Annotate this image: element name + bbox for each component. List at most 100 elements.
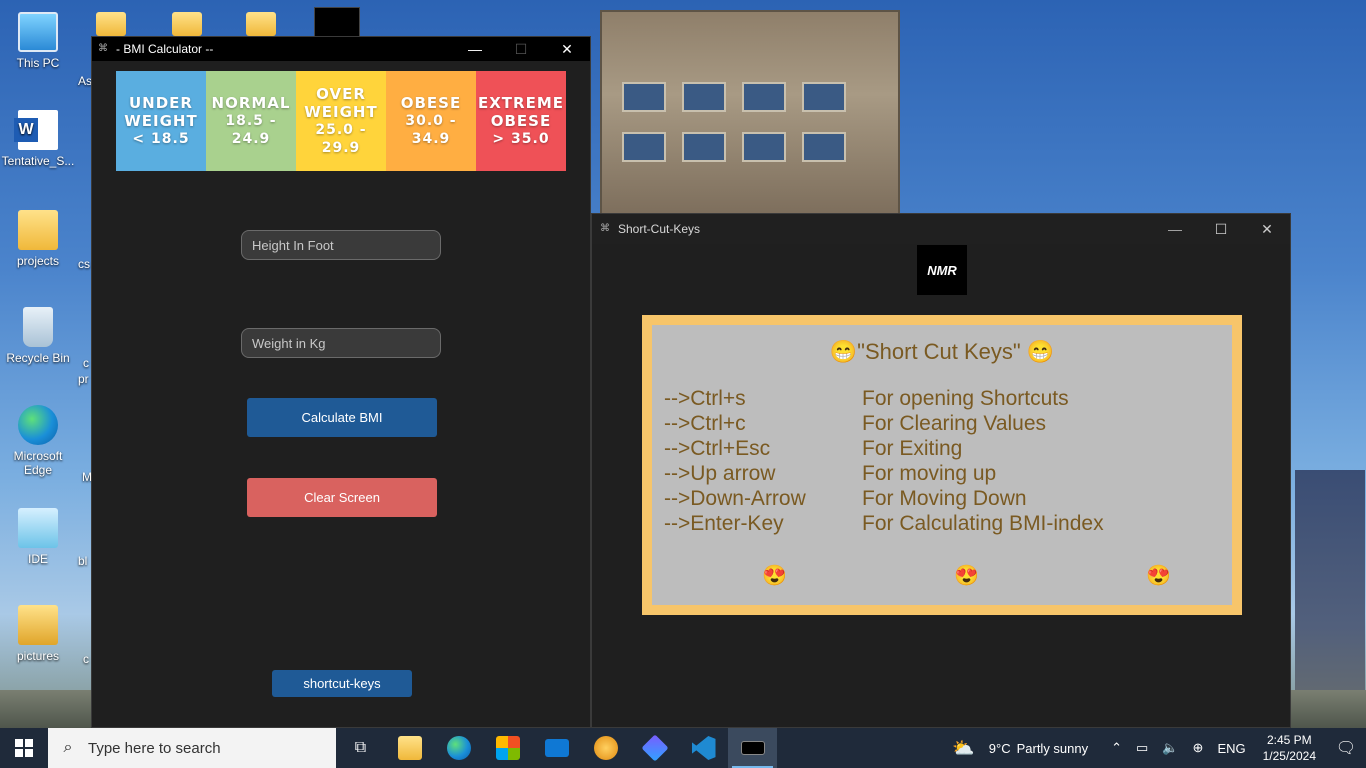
vscode-icon	[691, 736, 716, 760]
volume-icon[interactable]: 🔈	[1155, 740, 1185, 756]
desktop-icon-label: IDE	[27, 552, 48, 566]
shortcut-titlebar[interactable]: ⌘ Short-Cut-Keys — ☐ ✕	[592, 214, 1290, 244]
bmi-calculator-window: ⌘ - BMI Calculator -- — ☐ ✕ UNDER WEIGHT…	[91, 36, 591, 728]
desktop-icon-this-pc[interactable]: This PC	[0, 12, 76, 70]
task-view-icon: ⧉	[354, 739, 367, 756]
weight-input[interactable]	[241, 328, 441, 358]
logo-text: NMR	[927, 262, 957, 278]
clear-screen-button[interactable]: Clear Screen	[247, 478, 437, 517]
copilot-icon	[640, 734, 669, 762]
taskbar-store[interactable]	[483, 728, 532, 768]
desktop-icon-label: Tentative_S...	[1, 154, 75, 168]
shortcut-key: -->Ctrl+c	[664, 412, 746, 435]
taskbar: ⌕ Type here to search ⧉ ⛅ 9°C Partly sun…	[0, 728, 1366, 768]
desktop-icon-edge[interactable]: Microsoft Edge	[0, 405, 76, 477]
battery-icon[interactable]: ▭	[1129, 740, 1155, 756]
desktop-icon-partial[interactable]	[172, 12, 202, 36]
desktop-icon-tentative[interactable]: Tentative_S...	[0, 110, 76, 168]
category-name: NORMAL	[211, 94, 291, 112]
search-icon: ⌕	[63, 739, 73, 756]
weather-temp[interactable]: 9°C	[982, 741, 1014, 756]
desktop-icon-recycle-bin[interactable]: Recycle Bin	[0, 307, 76, 365]
minimize-button[interactable]: —	[1152, 217, 1198, 241]
weather-desc[interactable]: Partly sunny	[1014, 741, 1105, 756]
taskbar-vscode[interactable]	[679, 728, 728, 768]
chevron-up-icon[interactable]: ⌃	[1104, 740, 1129, 756]
shortcut-key: -->Ctrl+Esc	[664, 437, 771, 460]
close-button[interactable]: ✕	[1244, 217, 1290, 241]
desktop-label-partial: c	[83, 652, 89, 666]
tk-window-icon	[740, 741, 765, 755]
desktop-icon-projects[interactable]: projects	[0, 210, 76, 268]
bmi-category-overweight: OVER WEIGHT 25.0 - 29.9	[296, 71, 386, 171]
shortcut-desc: For Clearing Values	[862, 412, 1047, 435]
clock-time: 2:45 PM	[1266, 733, 1312, 747]
close-button[interactable]: ✕	[544, 37, 590, 61]
maximize-button[interactable]: ☐	[498, 37, 544, 61]
desktop-icon-pictures[interactable]: pictures	[0, 605, 76, 663]
edge-icon	[18, 405, 58, 445]
wallpaper-building	[600, 10, 900, 220]
shortcut-panel: 😁"Short Cut Keys" 😁 -->Ctrl+s For openin…	[642, 315, 1242, 615]
notification-icon[interactable]: 🗨	[1326, 738, 1366, 758]
desktop-icon-partial[interactable]	[246, 12, 276, 36]
category-range: > 35.0	[492, 131, 550, 147]
start-button[interactable]	[0, 728, 48, 768]
desktop-icon-ide[interactable]: IDE	[0, 508, 76, 566]
system-tray: ⛅ 9°C Partly sunny ⌃ ▭ 🔈 ⊕ ENG 2:45 PM 1…	[945, 728, 1366, 768]
height-input[interactable]	[241, 230, 441, 260]
mail-icon	[544, 739, 569, 757]
desktop-icon-label: Microsoft Edge	[13, 449, 63, 477]
shortcut-desc: For moving up	[862, 462, 997, 485]
bmi-category-underweight: UNDER WEIGHT < 18.5	[116, 71, 206, 171]
shortcut-key: -->Enter-Key	[664, 512, 784, 535]
taskbar-search-box[interactable]: ⌕ Type here to search	[48, 728, 336, 768]
category-range: 18.5 - 24.9	[225, 113, 277, 147]
desktop-label-partial: cs	[78, 257, 90, 271]
taskbar-file-explorer[interactable]	[385, 728, 434, 768]
desktop-icon-partial[interactable]	[96, 12, 126, 36]
taskbar-python-app[interactable]	[728, 728, 777, 768]
heart-eyes-emoji: 😍	[954, 565, 979, 587]
store-icon	[495, 736, 520, 760]
folder-icon	[18, 210, 58, 250]
taskbar-copilot[interactable]	[630, 728, 679, 768]
maximize-button[interactable]: ☐	[1198, 217, 1244, 241]
window-title: - BMI Calculator --	[116, 42, 214, 56]
edge-icon	[446, 736, 471, 760]
category-name: UNDER	[129, 94, 193, 112]
weather-icon[interactable]: ⛅	[945, 738, 981, 759]
shortcut-desc: For Calculating BMI-index	[862, 512, 1104, 535]
minimize-button[interactable]: —	[452, 37, 498, 61]
taskbar-badge-app[interactable]	[581, 728, 630, 768]
shortcut-keys-button[interactable]: shortcut-keys	[272, 670, 412, 697]
clock-date: 1/25/2024	[1262, 749, 1316, 763]
shortcut-heading: 😁"Short Cut Keys" 😁	[829, 339, 1055, 364]
category-name: OVER	[316, 85, 366, 103]
category-name: EXTREME	[477, 94, 564, 112]
desktop-icon-partial[interactable]	[314, 7, 360, 37]
ide-icon	[18, 508, 58, 548]
shortcut-desc: For Exiting	[862, 437, 963, 460]
taskbar-edge[interactable]	[434, 728, 483, 768]
desktop-icon-label: pictures	[16, 649, 60, 663]
app-icon: ⌘	[98, 43, 108, 54]
search-placeholder: Type here to search	[88, 739, 221, 757]
task-view-button[interactable]: ⧉	[336, 728, 385, 768]
shortcut-key: -->Down-Arrow	[664, 487, 806, 510]
nmr-logo: NMR	[917, 245, 967, 295]
calculate-bmi-button[interactable]: Calculate BMI	[247, 398, 437, 437]
bmi-titlebar[interactable]: ⌘ - BMI Calculator -- — ☐ ✕	[92, 37, 590, 61]
bmi-category-normal: NORMAL 18.5 - 24.9	[206, 71, 296, 171]
clock[interactable]: 2:45 PM 1/25/2024	[1253, 732, 1326, 764]
network-globe-icon[interactable]: ⊕	[1186, 740, 1211, 756]
language-indicator[interactable]: ENG	[1210, 741, 1252, 756]
desktop-icon-label: Recycle Bin	[6, 351, 70, 365]
taskbar-mail[interactable]	[532, 728, 581, 768]
category-range: < 18.5	[132, 131, 190, 147]
desktop-label-partial: pr	[78, 372, 89, 386]
desktop-label-partial: bl	[78, 554, 88, 568]
desktop-label-partial: c	[83, 356, 89, 370]
heart-eyes-emoji: 😍	[762, 565, 787, 587]
shortcut-desc: For Moving Down	[862, 487, 1027, 510]
